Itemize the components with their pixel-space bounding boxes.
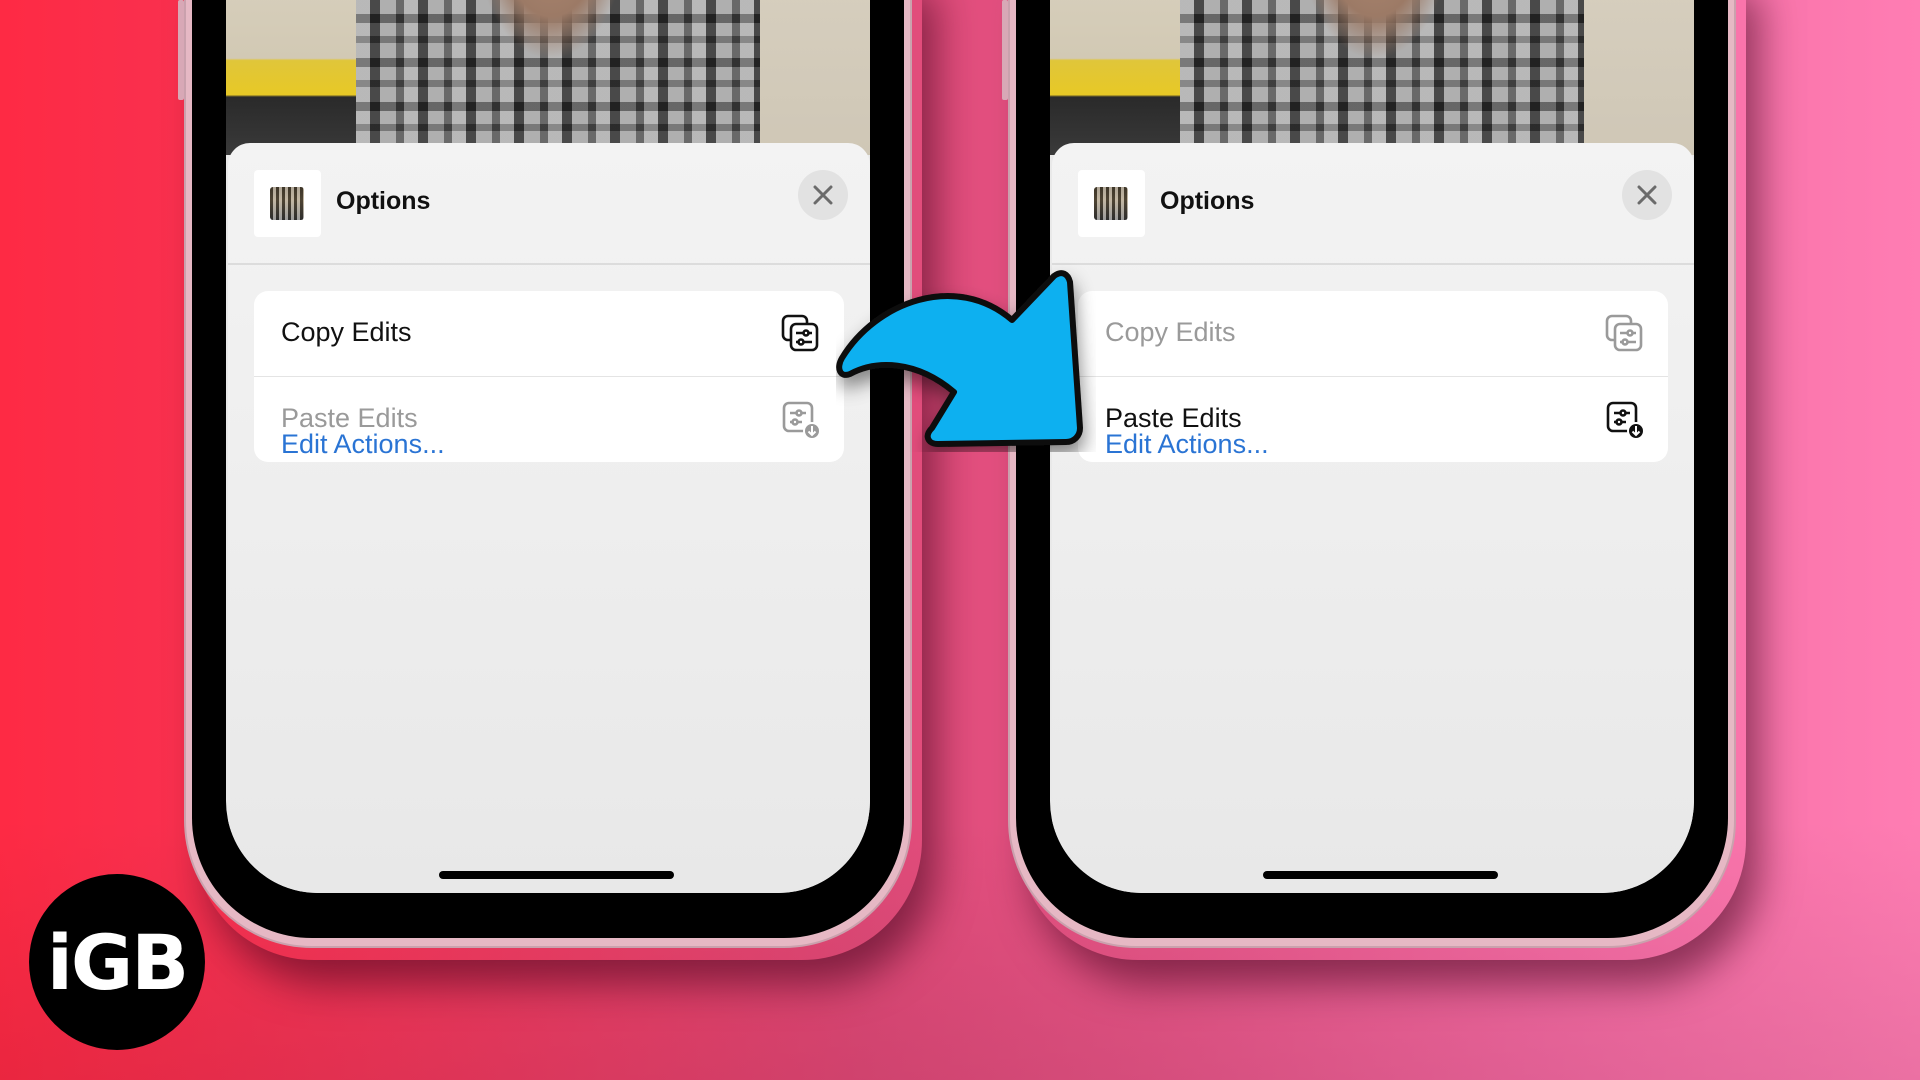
photo-preview <box>226 0 870 155</box>
copy-edits-icon <box>781 314 819 352</box>
edit-actions-link[interactable]: Edit Actions... <box>1105 429 1269 460</box>
logo-text: iGB <box>46 917 189 1007</box>
sheet-header: Options <box>228 143 870 265</box>
sheet-title: Options <box>336 187 431 215</box>
copy-edits-label: Copy Edits <box>1105 317 1236 347</box>
options-sheet: Options Copy Edits Paste Edits Edit Acti… <box>228 143 870 893</box>
phone-right: Options Copy Edits Paste Edits Edit Acti… <box>1002 0 1736 948</box>
phone-left: Options Copy Edits Paste Edits Edit Acti… <box>178 0 912 948</box>
igb-logo: iGB <box>29 874 205 1050</box>
close-icon <box>1637 185 1657 205</box>
close-button[interactable] <box>798 170 848 220</box>
copy-edits-row[interactable]: Copy Edits <box>1078 291 1668 377</box>
photo-thumbnail <box>1078 170 1145 237</box>
sheet-header: Options <box>1052 143 1694 265</box>
home-indicator[interactable] <box>439 871 674 879</box>
side-button <box>178 0 184 100</box>
copy-edits-row[interactable]: Copy Edits <box>254 291 844 377</box>
phone-bezel: Options Copy Edits Paste Edits Edit Acti… <box>1016 0 1728 938</box>
home-indicator[interactable] <box>1263 871 1498 879</box>
photo-thumbnail <box>254 170 321 237</box>
close-icon <box>813 185 833 205</box>
paste-edits-icon <box>1606 401 1645 440</box>
copy-edits-icon <box>1605 314 1643 352</box>
photo-preview <box>1050 0 1694 155</box>
options-sheet: Options Copy Edits Paste Edits Edit Acti… <box>1052 143 1694 893</box>
edit-actions-link[interactable]: Edit Actions... <box>281 429 445 460</box>
phone-screen: Options Copy Edits Paste Edits Edit Acti… <box>1050 0 1694 893</box>
curved-arrow-icon <box>836 270 1083 447</box>
paste-edits-icon <box>782 401 821 440</box>
phone-bezel: Options Copy Edits Paste Edits Edit Acti… <box>192 0 904 938</box>
sheet-title: Options <box>1160 187 1255 215</box>
copy-edits-label: Copy Edits <box>281 317 412 347</box>
side-button <box>1002 0 1008 100</box>
phone-screen: Options Copy Edits Paste Edits Edit Acti… <box>226 0 870 893</box>
close-button[interactable] <box>1622 170 1672 220</box>
